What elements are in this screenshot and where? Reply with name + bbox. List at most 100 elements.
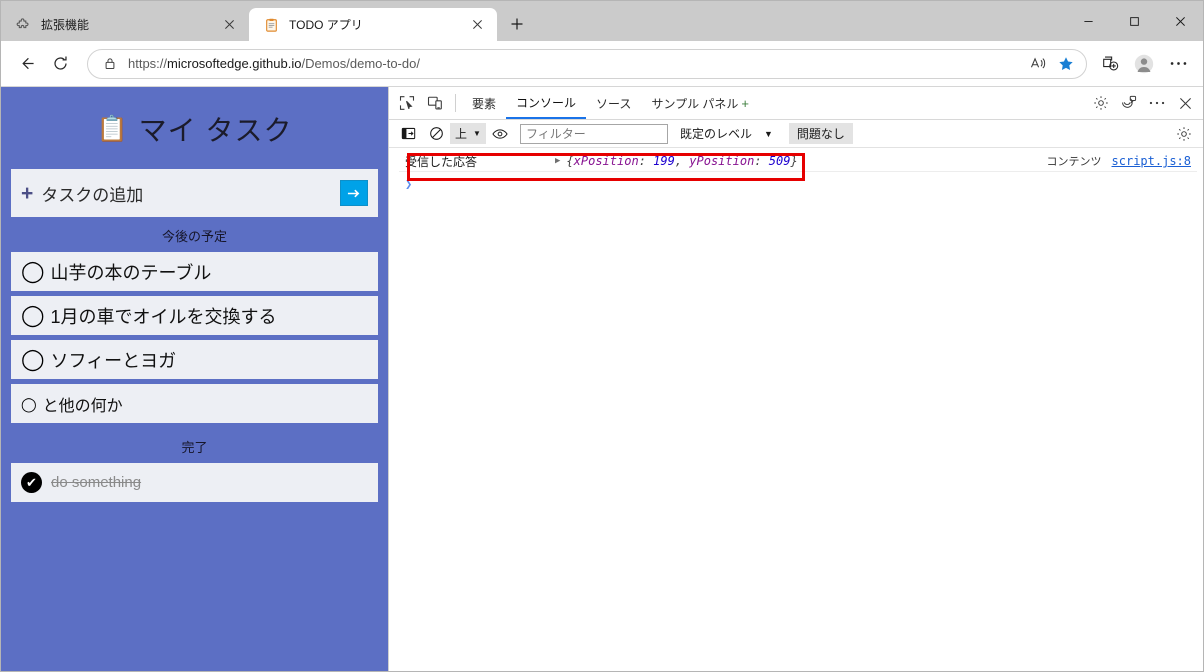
window-close-button[interactable] xyxy=(1157,5,1203,37)
object-value: 509 xyxy=(769,154,791,168)
read-aloud-icon[interactable] xyxy=(1024,51,1052,77)
console-context-label: 上 xyxy=(455,125,467,142)
object-value: 199 xyxy=(653,154,675,168)
clear-console-icon[interactable] xyxy=(422,121,450,147)
url-host: microsoftedge.github.io xyxy=(167,56,301,71)
add-panel-icon[interactable]: + xyxy=(741,96,749,111)
eye-icon[interactable] xyxy=(486,121,514,147)
tab-console[interactable]: コンソール xyxy=(506,87,586,119)
task-checkbox-icon[interactable]: ◯ xyxy=(21,397,37,411)
todo-app-page: 📋 マイ タスク + タスクの追加 今後の予定 ◯ 山芋の本のテーブル ◯ 1月… xyxy=(1,87,388,671)
tab-sources[interactable]: ソース xyxy=(586,87,641,119)
console-filterbar: 上 ▼ フィルター 既定のレベル ▼ 問題なし xyxy=(389,120,1203,148)
feedback-icon[interactable] xyxy=(1115,90,1143,116)
console-message-text: 受信した応答 xyxy=(405,153,555,170)
collections-icon[interactable] xyxy=(1093,47,1127,81)
window-minimize-button[interactable] xyxy=(1065,5,1111,37)
task-checkbox-icon[interactable]: ◯ xyxy=(21,305,45,326)
console-filter-input[interactable]: フィルター xyxy=(520,124,668,144)
section-heading-completed: 完了 xyxy=(1,428,388,463)
console-settings-icon[interactable] xyxy=(1170,121,1198,147)
task-checked-icon[interactable]: ✔ xyxy=(21,472,42,493)
add-task-row[interactable]: + タスクの追加 xyxy=(11,169,378,217)
task-label: 山芋の本のテーブル xyxy=(51,259,212,285)
object-key: xPosition xyxy=(574,154,639,168)
content-area: 📋 マイ タスク + タスクの追加 今後の予定 ◯ 山芋の本のテーブル ◯ 1月… xyxy=(1,87,1203,671)
add-task-input[interactable]: タスクの追加 xyxy=(41,181,340,206)
brace-close: } xyxy=(790,154,797,168)
window-maximize-button[interactable] xyxy=(1111,5,1157,37)
task-item[interactable]: ◯ ソフィーとヨガ xyxy=(11,340,378,379)
console-source-info: コンテンツ script.js:8 xyxy=(1047,153,1191,169)
inspect-element-icon[interactable] xyxy=(393,90,421,116)
task-item[interactable]: ◯ 山芋の本のテーブル xyxy=(11,252,378,291)
page-title-text: マイ タスク xyxy=(139,109,293,149)
new-tab-button[interactable] xyxy=(501,9,533,39)
address-bar: https://microsoftedge.github.io/Demos/de… xyxy=(1,41,1203,87)
task-label: ソフィーとヨガ xyxy=(51,347,177,373)
task-item[interactable]: ◯ と他の何か xyxy=(11,384,378,423)
favorite-star-icon[interactable] xyxy=(1052,51,1080,77)
toolbar-divider xyxy=(455,94,456,112)
tab-title: 拡張機能 xyxy=(41,16,219,33)
console-filterbar-actions xyxy=(1170,121,1198,147)
object-comma: , xyxy=(675,154,689,168)
object-separator: : xyxy=(754,154,768,168)
browser-tab-extensions[interactable]: 拡張機能 xyxy=(1,8,249,41)
console-sidebar-icon[interactable] xyxy=(394,121,422,147)
url-text: https://microsoftedge.github.io/Demos/de… xyxy=(128,56,1024,71)
tab-strip: 拡張機能 TODO アプリ xyxy=(1,1,1203,41)
brace-open: { xyxy=(566,154,573,168)
devtools-panel: 要素 コンソール ソース サンプル パネル + xyxy=(388,87,1203,671)
tab-close-icon[interactable] xyxy=(467,15,487,35)
task-item-completed[interactable]: ✔ do something xyxy=(11,463,378,502)
console-output: 受信した応答 ▶ {xPosition: 199, yPosition: 509… xyxy=(389,148,1203,671)
object-separator: : xyxy=(639,154,653,168)
tab-close-icon[interactable] xyxy=(219,15,239,35)
add-task-submit-button[interactable] xyxy=(340,180,368,206)
clipboard-icon xyxy=(263,17,279,33)
tab-title: TODO アプリ xyxy=(289,16,467,33)
object-key: yPosition xyxy=(689,154,754,168)
devtools-close-icon[interactable] xyxy=(1171,90,1199,116)
task-item[interactable]: ◯ 1月の車でオイルを交換する xyxy=(11,296,378,335)
section-heading-upcoming: 今後の予定 xyxy=(1,217,388,252)
expand-triangle-icon[interactable]: ▶ xyxy=(555,156,560,166)
chevron-down-icon: ▼ xyxy=(764,129,773,139)
back-button[interactable] xyxy=(9,47,43,81)
plus-icon: + xyxy=(21,183,33,204)
prompt-caret-icon: ❯ xyxy=(405,177,412,191)
console-level-dropdown[interactable]: 既定のレベル ▼ xyxy=(674,125,779,142)
clipboard-icon: 📋 xyxy=(97,117,129,142)
devtools-tabbar: 要素 コンソール ソース サンプル パネル + xyxy=(389,87,1203,120)
console-source-link[interactable]: script.js:8 xyxy=(1112,154,1191,168)
browser-more-options-icon[interactable] xyxy=(1161,47,1195,81)
console-message-wrap: 受信した応答 ▶ {xPosition: 199, yPosition: 509… xyxy=(389,151,1203,172)
puzzle-icon xyxy=(15,17,31,33)
devtools-more-icon[interactable] xyxy=(1143,90,1171,116)
console-message-row[interactable]: 受信した応答 ▶ {xPosition: 199, yPosition: 509… xyxy=(399,151,1197,172)
console-input-prompt[interactable]: ❯ xyxy=(389,172,1203,194)
issues-status-badge[interactable]: 問題なし xyxy=(789,123,853,144)
browser-tab-todo[interactable]: TODO アプリ xyxy=(249,8,497,41)
browser-window: 拡張機能 TODO アプリ xyxy=(0,0,1204,672)
task-checkbox-icon[interactable]: ◯ xyxy=(21,349,45,370)
page-title: 📋 マイ タスク xyxy=(1,87,388,165)
lock-icon xyxy=(100,57,120,70)
task-checkbox-icon[interactable]: ◯ xyxy=(21,261,45,282)
profile-avatar[interactable] xyxy=(1127,47,1161,81)
window-controls xyxy=(1065,1,1203,41)
url-omnibox[interactable]: https://microsoftedge.github.io/Demos/de… xyxy=(87,49,1087,79)
tab-sample-panel-label: サンプル パネル xyxy=(651,95,738,112)
devtools-settings-icon[interactable] xyxy=(1087,90,1115,116)
console-context-selector[interactable]: 上 ▼ xyxy=(450,123,486,144)
tab-sample-panel[interactable]: サンプル パネル + xyxy=(641,87,759,119)
console-object-preview[interactable]: {xPosition: 199, yPosition: 509} xyxy=(566,154,797,168)
reload-button[interactable] xyxy=(43,47,77,81)
task-label: と他の何か xyxy=(43,392,123,416)
tab-elements[interactable]: 要素 xyxy=(462,87,506,119)
chevron-down-icon: ▼ xyxy=(473,129,481,138)
device-emulation-icon[interactable] xyxy=(421,90,449,116)
task-label: 1月の車でオイルを交換する xyxy=(51,303,277,329)
devtools-tabbar-actions xyxy=(1087,90,1199,116)
